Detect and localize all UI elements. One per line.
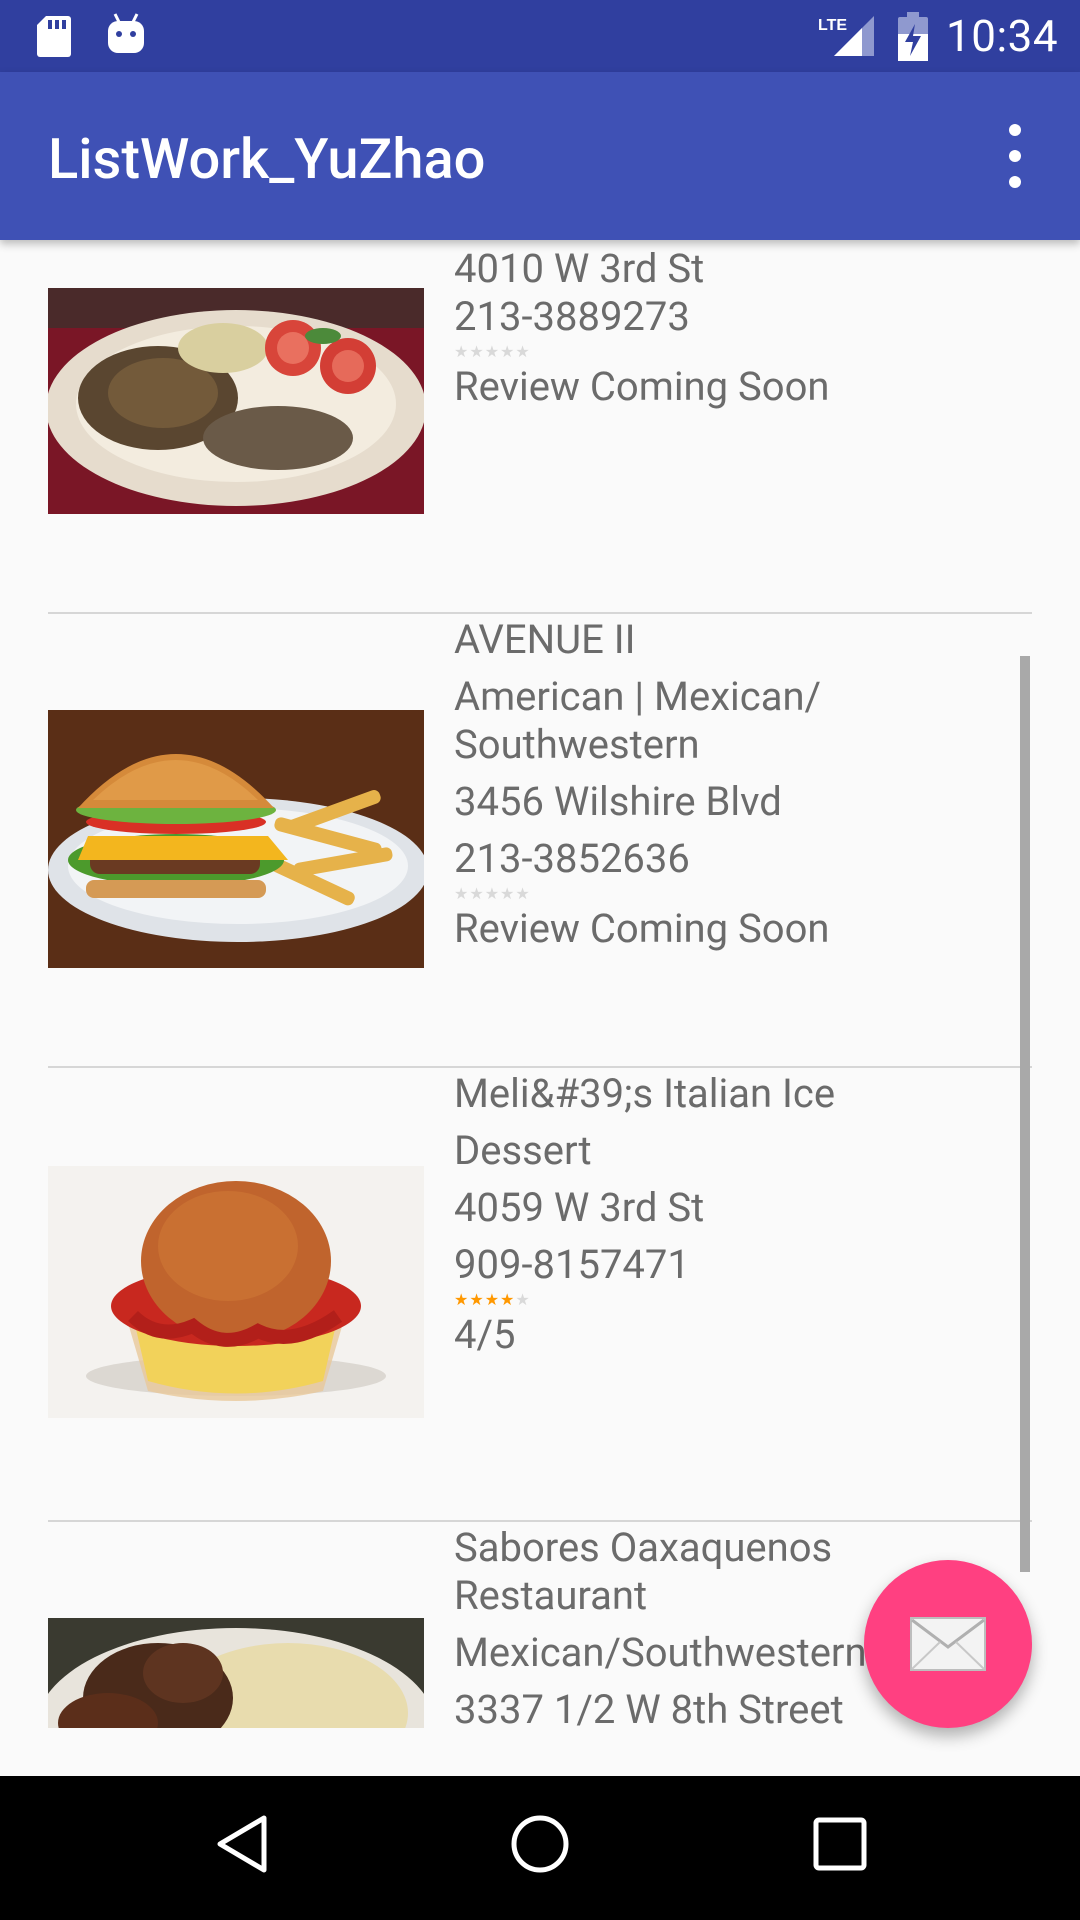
clock: 10:34 (946, 10, 1059, 62)
restaurant-category: American | Mexican/ Southwestern (454, 673, 822, 768)
restaurant-phone: 909-8157471 (454, 1241, 690, 1288)
divider (48, 1520, 1032, 1522)
restaurant-review: Review Coming Soon (454, 905, 830, 952)
sd-card-icon (37, 16, 71, 57)
mail-icon (910, 1617, 986, 1671)
restaurant-name: AVENUE II (454, 616, 636, 663)
restaurant-name: Meli&#39;s Italian Ice (454, 1070, 836, 1117)
food-photo (48, 1618, 424, 1728)
rating-bar: ★★★★★ (454, 885, 1014, 903)
star-icon: ★ (515, 1290, 531, 1309)
restaurant-review: 4/5 (454, 1311, 516, 1358)
battery-charging-icon (898, 12, 928, 61)
restaurant-phone: 213-3852636 (454, 835, 690, 882)
recents-icon[interactable] (812, 1812, 868, 1876)
star-icon: ★ (454, 1290, 470, 1309)
status-bar: LTE 10:34 (0, 0, 1080, 72)
restaurant-category: Dessert (454, 1127, 592, 1174)
star-icon: ★ (515, 342, 531, 361)
app-bar: ListWork_YuZhao (0, 72, 1080, 240)
restaurant-info: Meli&#39;s Italian Ice Dessert 4059 W 3r… (454, 1070, 1014, 1359)
android-icon (108, 13, 144, 53)
restaurant-info: AVENUE II American | Mexican/ Southweste… (454, 616, 1014, 953)
rating-bar: ★★★★★ (454, 343, 1014, 361)
app-title: ListWork_YuZhao (48, 126, 486, 192)
scrollbar[interactable] (1020, 656, 1030, 1572)
navigation-bar (0, 1776, 1080, 1920)
star-icon: ★ (484, 342, 501, 361)
star-icon: ★ (469, 342, 485, 361)
fab-mail-button[interactable] (864, 1560, 1032, 1728)
back-icon[interactable] (212, 1812, 272, 1876)
list-item[interactable]: AVENUE II American | Mexican/ Southweste… (48, 616, 1032, 1068)
restaurant-list[interactable]: 4010 W 3rd St 213-3889273 ★★★★★ Review C… (0, 240, 1080, 1776)
star-icon: ★ (469, 884, 485, 903)
star-icon: ★ (454, 342, 470, 361)
home-icon[interactable] (508, 1812, 572, 1876)
overflow-menu-icon[interactable] (995, 124, 1035, 188)
restaurant-info: 4010 W 3rd St 213-3889273 ★★★★★ Review C… (454, 240, 1014, 411)
restaurant-review: Review Coming Soon (454, 363, 830, 410)
restaurant-address: 4059 W 3rd St (454, 1184, 705, 1231)
star-icon: ★ (500, 342, 516, 361)
food-photo (48, 1166, 424, 1418)
star-icon: ★ (484, 884, 501, 903)
list-item[interactable]: Meli&#39;s Italian Ice Dessert 4059 W 3r… (48, 1070, 1032, 1522)
divider (48, 612, 1032, 614)
star-icon: ★ (484, 1290, 501, 1309)
svg-text:LTE: LTE (818, 17, 847, 34)
restaurant-address: 4010 W 3rd St (454, 245, 705, 292)
restaurant-address: 3456 Wilshire Blvd (454, 778, 782, 825)
food-photo (48, 710, 424, 968)
star-icon: ★ (469, 1290, 485, 1309)
rating-bar: ★★★★★ (454, 1291, 1014, 1309)
star-icon: ★ (515, 884, 531, 903)
food-photo (48, 288, 424, 514)
lte-signal-icon: LTE (818, 16, 874, 56)
star-icon: ★ (454, 884, 470, 903)
restaurant-phone: 213-3889273 (454, 293, 690, 340)
divider (48, 1066, 1032, 1068)
star-icon: ★ (500, 884, 516, 903)
star-icon: ★ (500, 1290, 516, 1309)
